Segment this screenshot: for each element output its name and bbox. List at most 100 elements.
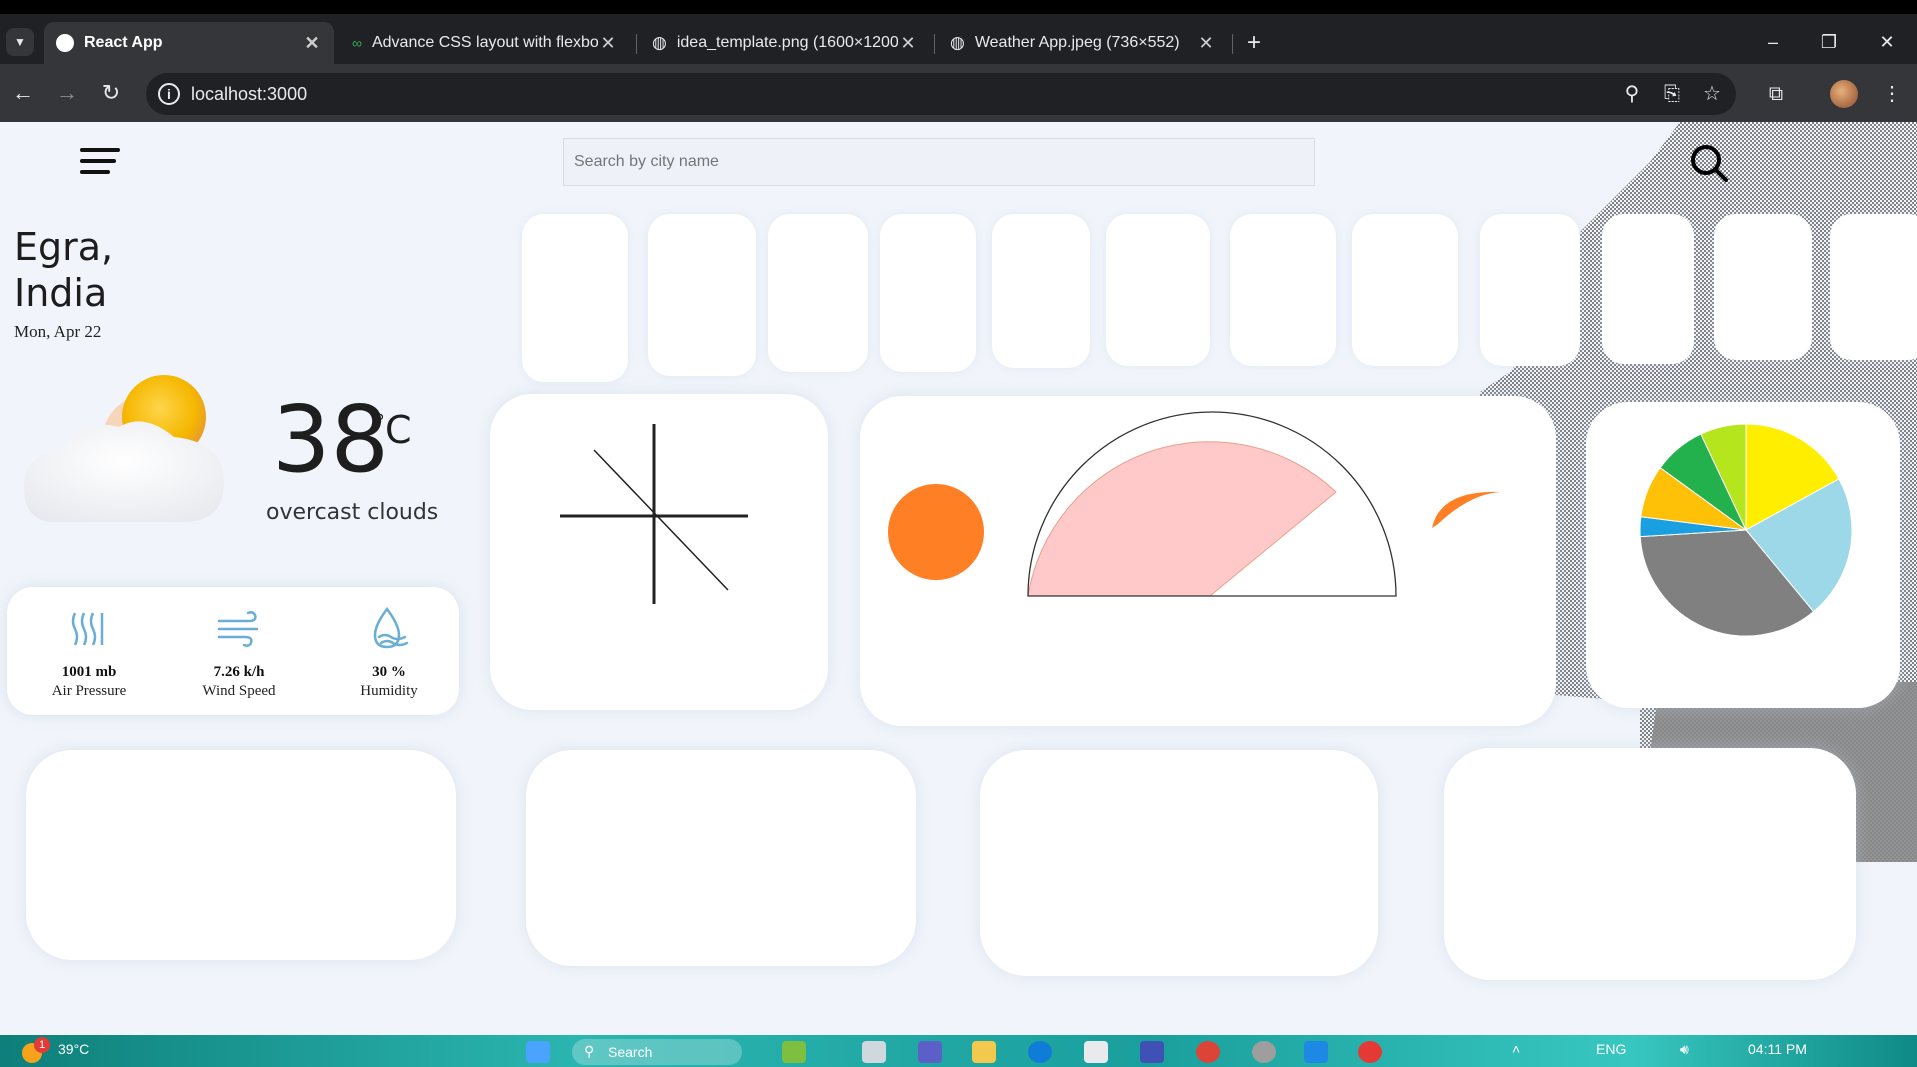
stat-label: Humidity — [360, 683, 418, 699]
hourly-card[interactable] — [1352, 214, 1458, 366]
hourly-card[interactable] — [1106, 214, 1210, 366]
cloud-sun-icon — [24, 375, 224, 522]
daily-card[interactable] — [26, 750, 456, 960]
city-name: Egra, — [14, 225, 114, 269]
pie-chart — [1639, 423, 1853, 637]
chevron-down-icon: ▼ — [14, 35, 26, 49]
close-icon[interactable]: ✕ — [1196, 33, 1216, 54]
windows-start-icon[interactable] — [526, 1041, 550, 1063]
install-app-icon[interactable]: ⎘ — [1660, 82, 1684, 106]
back-icon[interactable]: ← — [10, 80, 36, 106]
tab-weather-app[interactable]: ◍ Weather App.jpeg (736×552) ✕ — [938, 22, 1228, 64]
tab-title: Weather App.jpeg (736×552) — [974, 34, 1180, 51]
hourly-card[interactable] — [1830, 214, 1917, 360]
temperature-value: 38 — [272, 386, 390, 493]
stat-humidity: 30 % Humidity — [319, 606, 459, 700]
wind-direction-panel — [490, 394, 828, 710]
tab-title: Advance CSS layout with flexbox — [371, 34, 598, 51]
minimize-icon[interactable]: – — [1758, 32, 1788, 56]
sun-dot — [888, 484, 984, 580]
air-pressure-icon — [71, 612, 104, 646]
weather-description: overcast clouds — [266, 500, 439, 525]
hourly-card[interactable] — [992, 214, 1090, 368]
clock-time[interactable]: 04:11 PM — [1748, 1041, 1807, 1057]
file-explorer-icon[interactable] — [972, 1041, 996, 1063]
globe-icon: ◍ — [950, 33, 965, 52]
task-view-icon[interactable] — [862, 1041, 886, 1063]
app-icon[interactable] — [1140, 1041, 1164, 1063]
forward-icon[interactable]: → — [54, 80, 80, 106]
daily-card[interactable] — [1444, 748, 1856, 980]
address-bar[interactable]: i localhost:3000 — [146, 73, 1736, 115]
bookmark-star-icon[interactable]: ☆ — [1700, 82, 1724, 106]
edge-icon[interactable] — [1028, 1041, 1052, 1063]
weather-stats-card: 1001 mb Air Pressure 7.26 k/h Wind Speed… — [7, 587, 459, 715]
chrome-icon[interactable] — [1196, 1041, 1220, 1063]
site-favicon: ∞ — [352, 35, 362, 51]
extensions-icon[interactable]: ⧉ — [1764, 82, 1788, 106]
hourly-card[interactable] — [1480, 214, 1580, 366]
hourly-card[interactable] — [1714, 214, 1812, 360]
tab-separator — [636, 34, 637, 54]
wind-icon — [217, 611, 259, 647]
menu-icon[interactable] — [80, 148, 120, 178]
hourly-card[interactable] — [880, 214, 976, 372]
profile-avatar[interactable] — [1830, 80, 1858, 108]
tab-separator — [934, 34, 935, 54]
moon-crescent — [1432, 491, 1500, 528]
tab-title: React App — [84, 34, 163, 51]
more-menu-icon[interactable]: ⋮ — [1880, 82, 1904, 106]
gauge-fill — [1027, 441, 1337, 597]
search-input[interactable] — [563, 138, 1315, 186]
location-name: Egra, India — [14, 224, 113, 316]
location-pin-icon[interactable]: ⚲ — [1620, 82, 1644, 106]
volume-icon[interactable]: 🔊︎ — [1680, 1041, 1689, 1058]
compass-icon — [560, 424, 748, 604]
tab-react-app[interactable]: React App ✕ — [44, 22, 334, 64]
close-icon[interactable]: ✕ — [598, 33, 618, 54]
stat-value: 30 % — [372, 664, 406, 680]
widgets-icon[interactable] — [782, 1041, 806, 1063]
daily-card[interactable] — [980, 750, 1378, 976]
reload-icon[interactable]: ↻ — [98, 80, 124, 106]
page-viewport: Egra, India Mon, Apr 22 38 °C overcast c… — [0, 122, 1917, 1035]
search-icon[interactable] — [1688, 142, 1732, 186]
sun-gauge — [888, 411, 1500, 597]
tab-separator — [1232, 34, 1233, 54]
humidity-icon — [373, 606, 409, 649]
hourly-card[interactable] — [648, 214, 756, 376]
hourly-card[interactable] — [768, 214, 868, 372]
close-icon[interactable]: ✕ — [898, 33, 918, 54]
tab-search-button[interactable]: ▼ — [6, 28, 34, 56]
daily-card[interactable] — [526, 750, 916, 966]
close-icon[interactable]: ✕ — [302, 33, 322, 54]
app-icon[interactable] — [1358, 1041, 1382, 1063]
tab-idea-template[interactable]: ◍ idea_template.png (1600×1200) ✕ — [640, 22, 930, 64]
teams-icon[interactable] — [918, 1041, 942, 1063]
temperature-unit: °C — [375, 408, 412, 452]
search-icon: ⚲ — [584, 1043, 595, 1059]
settings-gear-icon[interactable] — [1252, 1041, 1276, 1063]
sun-gauge-panel — [860, 396, 1556, 726]
hourly-card[interactable] — [1230, 214, 1336, 366]
tab-title: idea_template.png (1600×1200) — [676, 34, 898, 51]
hourly-card[interactable] — [522, 214, 628, 382]
chevron-up-icon[interactable]: ˄ — [1512, 1041, 1520, 1057]
country-name: India — [14, 271, 108, 315]
current-date: Mon, Apr 22 — [14, 322, 102, 341]
notification-badge: 1 — [34, 1037, 50, 1053]
language-indicator[interactable]: ENG — [1596, 1041, 1626, 1057]
tab-advance-css[interactable]: ∞ Advance CSS layout with flexbox ✕ — [340, 22, 630, 64]
taskbar-search-label: Search — [608, 1044, 653, 1060]
taskbar-weather-temp[interactable]: 39°C — [58, 1041, 89, 1057]
close-window-icon[interactable]: ✕ — [1872, 32, 1902, 56]
react-app-favicon — [56, 34, 74, 52]
restore-icon[interactable]: ❐ — [1814, 32, 1844, 56]
url-text: localhost:3000 — [191, 84, 308, 104]
taskbar-search[interactable]: ⚲ Search — [572, 1039, 742, 1065]
vscode-icon[interactable] — [1304, 1041, 1328, 1063]
new-tab-button[interactable]: + — [1236, 22, 1272, 64]
site-info-icon[interactable]: i — [158, 83, 180, 105]
store-icon[interactable] — [1084, 1041, 1108, 1063]
hourly-card[interactable] — [1602, 214, 1694, 364]
